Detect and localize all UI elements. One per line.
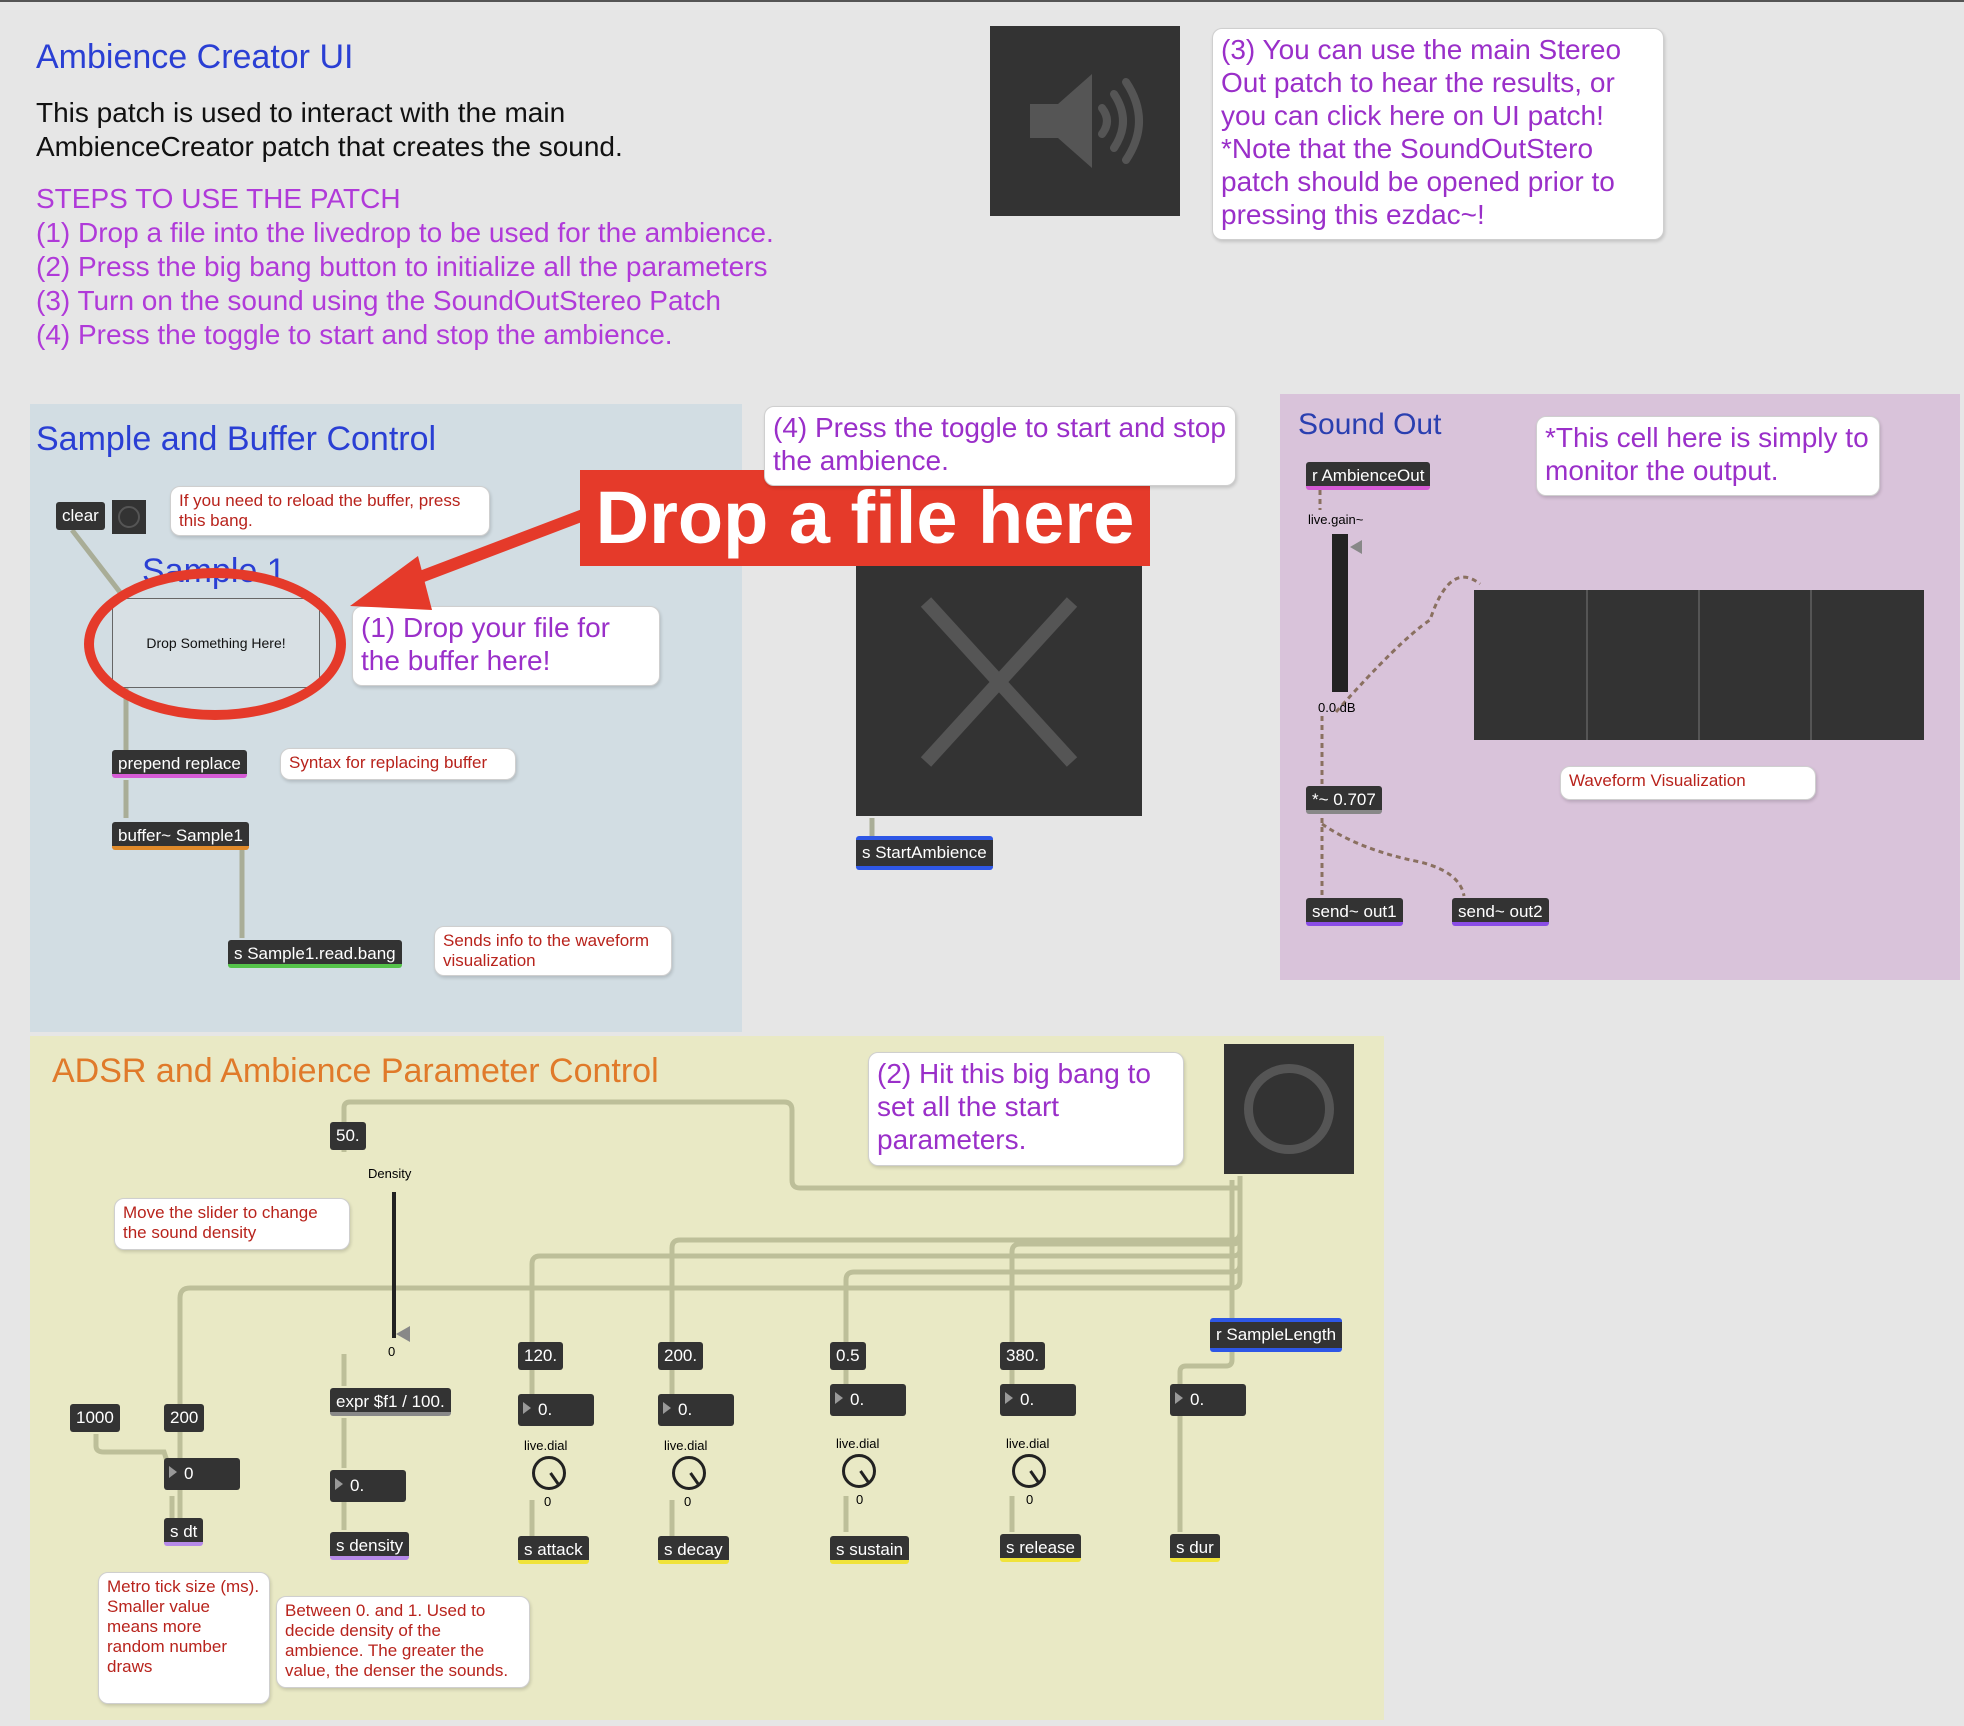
sustain-dial[interactable]: [842, 1454, 876, 1488]
decay-number[interactable]: 0.: [658, 1394, 734, 1426]
attack-dial-label: live.dial: [524, 1438, 568, 1453]
release-message[interactable]: 380.: [1000, 1342, 1046, 1370]
decay-message[interactable]: 200.: [658, 1342, 704, 1370]
sustain-dial-label: live.dial: [836, 1436, 880, 1451]
send-density[interactable]: s density: [330, 1532, 410, 1560]
message-200[interactable]: 200: [164, 1404, 205, 1432]
send-sustain[interactable]: s sustain: [830, 1536, 910, 1564]
release-dial-label: live.dial: [1006, 1436, 1050, 1451]
attack-number[interactable]: 0.: [518, 1394, 594, 1426]
decay-dial[interactable]: [672, 1456, 706, 1490]
decay-dial-label: live.dial: [664, 1438, 708, 1453]
slider-pointer: [396, 1326, 410, 1342]
send-dur[interactable]: s dur: [1170, 1534, 1220, 1562]
density-number[interactable]: 0.: [330, 1470, 406, 1502]
dt-number[interactable]: 0: [164, 1458, 240, 1490]
big-bang-comment: (2) Hit this big bang to set all the sta…: [868, 1052, 1184, 1166]
release-dial[interactable]: [1012, 1454, 1046, 1488]
bang-circle: [1244, 1064, 1334, 1154]
slider-value: 0: [388, 1344, 396, 1359]
density-comment: Between 0. and 1. Used to decide density…: [276, 1596, 530, 1688]
density-slider[interactable]: [392, 1192, 396, 1338]
big-bang-button[interactable]: [1224, 1044, 1354, 1174]
dur-number[interactable]: 0.: [1170, 1384, 1246, 1416]
release-number[interactable]: 0.: [1000, 1384, 1076, 1416]
expr-object[interactable]: expr $f1 / 100.: [330, 1388, 451, 1416]
send-dt[interactable]: s dt: [164, 1518, 204, 1546]
message-1000[interactable]: 1000: [70, 1404, 120, 1432]
send-decay[interactable]: s decay: [658, 1536, 729, 1564]
decay-dial-value: 0: [684, 1494, 692, 1509]
release-dial-value: 0: [1026, 1492, 1034, 1507]
attack-dial[interactable]: [532, 1456, 566, 1490]
receive-sample-length[interactable]: r SampleLength: [1210, 1318, 1343, 1352]
density-message[interactable]: 50.: [330, 1122, 366, 1150]
send-release[interactable]: s release: [1000, 1534, 1081, 1562]
adsr-patch-cords: [93, 1099, 1243, 1536]
dt-comment: Metro tick size (ms). Smaller value mean…: [98, 1572, 270, 1704]
sustain-dial-value: 0: [856, 1492, 864, 1507]
attack-message[interactable]: 120.: [518, 1342, 564, 1370]
attack-dial-value: 0: [544, 1494, 552, 1509]
send-attack[interactable]: s attack: [518, 1536, 589, 1564]
sustain-number[interactable]: 0.: [830, 1384, 906, 1416]
sustain-message[interactable]: 0.5: [830, 1342, 866, 1370]
slider-comment: Move the slider to change the sound dens…: [114, 1198, 350, 1250]
density-label: Density: [368, 1166, 412, 1181]
